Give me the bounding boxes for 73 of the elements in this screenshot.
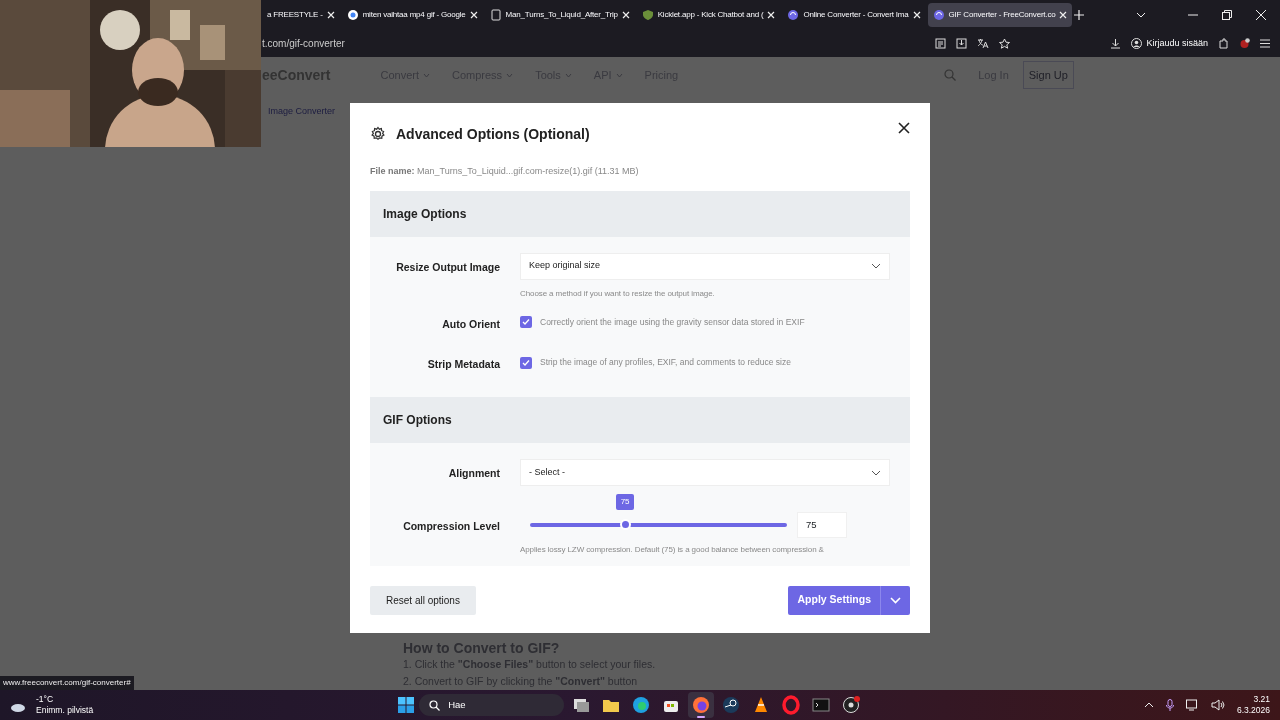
fox-icon [691,695,712,715]
save-page-icon[interactable] [956,38,968,49]
section-header: Image Options [370,190,910,237]
volume-icon[interactable] [1210,699,1225,711]
star-icon[interactable] [999,38,1011,49]
field-label: Resize Output Image [395,259,500,275]
checkbox[interactable] [520,356,532,369]
restore-icon[interactable] [1222,10,1232,20]
chevron-down-icon [871,469,881,476]
opera-icon [781,695,802,715]
chevron-down-icon[interactable] [1136,12,1146,18]
chevron-down-icon [871,263,881,269]
browser-tab[interactable]: Online Converter - Convert Ima [782,3,926,27]
address-text[interactable]: t.com/gif-converter [262,36,345,51]
chevron-down-icon [506,72,514,78]
page-icon [489,9,502,21]
weather-text: Enimm. pilvistä [36,705,94,716]
field-label: Strip Metadata [426,357,500,373]
circle-arrows-icon [787,9,800,21]
plus-icon[interactable] [1074,10,1085,20]
hint-text: Applies lossy LZW compression. Default (75) is a good balance between compression & [520,544,825,556]
steam-icon [721,695,742,715]
gear-icon [370,126,386,142]
field-label: Alignment [447,466,500,481]
value-tooltip: 75 [616,494,635,510]
circle-arrows-icon [932,9,945,21]
hint-text: Choose a method if you want to resize the output image. [520,287,716,300]
browser-tab[interactable]: Kicklet.app - Kick Chatbot and ( [636,3,781,27]
microphone-icon[interactable] [1165,699,1174,711]
search-icon [429,699,441,711]
file-name-text: File name: Man_Turns_To_Liquid...gif.com-resize(1).gif (11.31 MB) [370,165,640,178]
checkbox[interactable] [520,315,532,328]
section-header: GIF Options [370,397,910,443]
number-input[interactable]: 75 [797,512,847,538]
search-field[interactable]: Hae [419,694,565,716]
user-icon [1131,38,1143,49]
close-icon[interactable] [898,122,910,134]
slider-thumb[interactable] [620,519,632,530]
chevron-down-icon [564,72,572,78]
translate-icon[interactable] [977,38,990,49]
reset-button[interactable]: Reset all options [370,585,476,615]
edge-icon [631,695,652,715]
record-icon [841,695,862,715]
clock-date[interactable]: 6.3.2026 [1236,705,1270,716]
menu-icon[interactable] [1260,39,1270,48]
select-field[interactable]: Keep original size [520,252,890,280]
temperature-text: -1°C [36,694,55,705]
dialog-title: Advanced Options (Optional) [396,124,591,144]
reader-icon[interactable] [935,38,947,49]
clock-time[interactable]: 3.21 [1253,694,1270,705]
browser-tab[interactable]: a FREESTYLE - [262,3,340,27]
extension-icon[interactable] [1239,38,1250,49]
select-field[interactable]: - Select - [520,459,890,486]
chevron-up-icon[interactable] [1143,702,1154,708]
windows-icon[interactable] [397,696,416,714]
chevron-down-icon [423,72,430,78]
checkbox-label: Correctly orient the image using the gravity sensor data stored in EXIF [540,315,805,329]
browser-tab[interactable]: miten vaihtaa mp4 gif - Google [341,3,483,27]
checkbox-label: Strip the image of any profiles, EXIF, and comments to reduce size [540,356,791,369]
field-label: Auto Orient [441,316,500,332]
browser-tab[interactable]: Man_Turns_To_Liquid_After_Trip [484,3,635,27]
account-button[interactable]: Kirjaudu sisään [1131,36,1208,51]
globe-icon [346,9,359,21]
shield-icon [641,9,654,21]
network-icon[interactable] [1185,699,1199,711]
browser-tab[interactable]: GIF Converter - FreeConvert.co [927,3,1073,27]
taskbar-app[interactable] [688,692,715,718]
status-url: www.freeconvert.com/gif-converter# [0,676,134,690]
chevron-down-icon [615,72,623,78]
chevron-down-icon [890,596,901,604]
download-icon[interactable] [1110,38,1122,49]
field-label: Compression Level [402,519,500,534]
terminal-icon [811,695,832,715]
